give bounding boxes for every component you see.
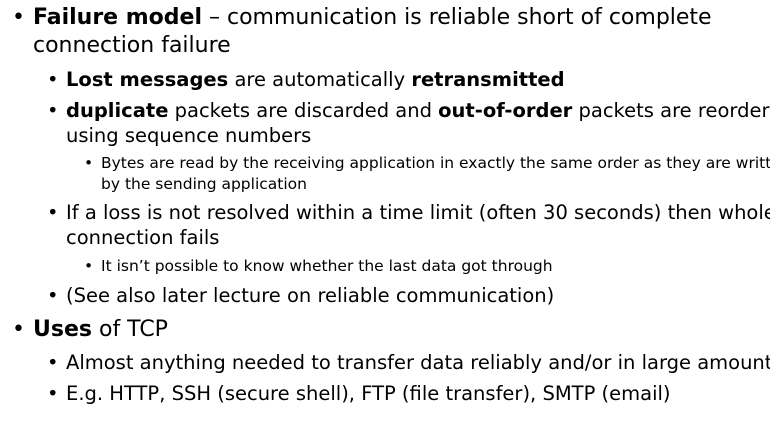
bullet-icon: • bbox=[47, 284, 59, 307]
text-line: Almost anything needed to transfer data … bbox=[66, 350, 770, 375]
text-run: are automatically bbox=[228, 68, 412, 91]
bold-text: retransmitted bbox=[411, 68, 565, 91]
text-line: by the sending application bbox=[101, 174, 307, 195]
text-line: Uses of TCP bbox=[33, 316, 168, 344]
bold-text: Failure model bbox=[33, 5, 203, 30]
bullet-icon: • bbox=[47, 351, 59, 374]
text-run: connection failure bbox=[33, 33, 231, 58]
bullet-icon: • bbox=[47, 382, 59, 405]
text-run: It isn’t possible to know whether the la… bbox=[101, 257, 553, 275]
text-run: – communication is reliable short of com… bbox=[202, 5, 712, 30]
bullet-icon: • bbox=[47, 201, 59, 224]
text-run: If a loss is not resolved within a time … bbox=[66, 201, 770, 224]
text-run: using sequence numbers bbox=[66, 124, 312, 147]
text-line: It isn’t possible to know whether the la… bbox=[101, 256, 553, 277]
text-run: connection fails bbox=[66, 226, 220, 249]
text-line: Lost messages are automatically retransm… bbox=[66, 67, 565, 92]
text-line: connection failure bbox=[33, 32, 231, 60]
text-run: packets are reordered bbox=[578, 99, 770, 122]
text-line: E.g. HTTP, SSH (secure shell), FTP (file… bbox=[66, 381, 671, 406]
bold-text: Lost messages bbox=[66, 68, 229, 91]
bullet-icon: • bbox=[12, 5, 25, 30]
bullet-icon: • bbox=[12, 317, 25, 342]
bullet-icon: • bbox=[84, 257, 94, 275]
text-line: connection fails bbox=[66, 225, 219, 250]
bold-text: Uses bbox=[33, 317, 92, 342]
bullet-icon: • bbox=[84, 154, 94, 172]
slide: • Failure model – communication is reliab… bbox=[0, 0, 770, 421]
bold-text: duplicate bbox=[66, 99, 169, 122]
text-line: using sequence numbers bbox=[66, 123, 311, 148]
text-run: by the sending application bbox=[101, 175, 307, 193]
text-run: Bytes are read by the receiving applicat… bbox=[101, 154, 770, 172]
text-line: Bytes are read by the receiving applicat… bbox=[101, 153, 770, 174]
text-line: duplicate packets are discarded and out-… bbox=[66, 98, 770, 123]
text-run: (See also later lecture on reliable comm… bbox=[66, 284, 555, 307]
text-run: of TCP bbox=[91, 317, 168, 342]
text-line: If a loss is not resolved within a time … bbox=[66, 200, 770, 225]
bullet-icon: • bbox=[47, 68, 59, 91]
bold-text: out-of-order bbox=[438, 99, 573, 122]
text-run: E.g. HTTP, SSH (secure shell), FTP (file… bbox=[66, 382, 671, 405]
text-line: (See also later lecture on reliable comm… bbox=[66, 283, 554, 308]
text-run: packets are discarded and bbox=[168, 99, 439, 122]
bullet-icon: • bbox=[47, 99, 59, 122]
text-line: Failure model – communication is reliabl… bbox=[33, 4, 712, 32]
text-run: Almost anything needed to transfer data … bbox=[66, 351, 770, 374]
